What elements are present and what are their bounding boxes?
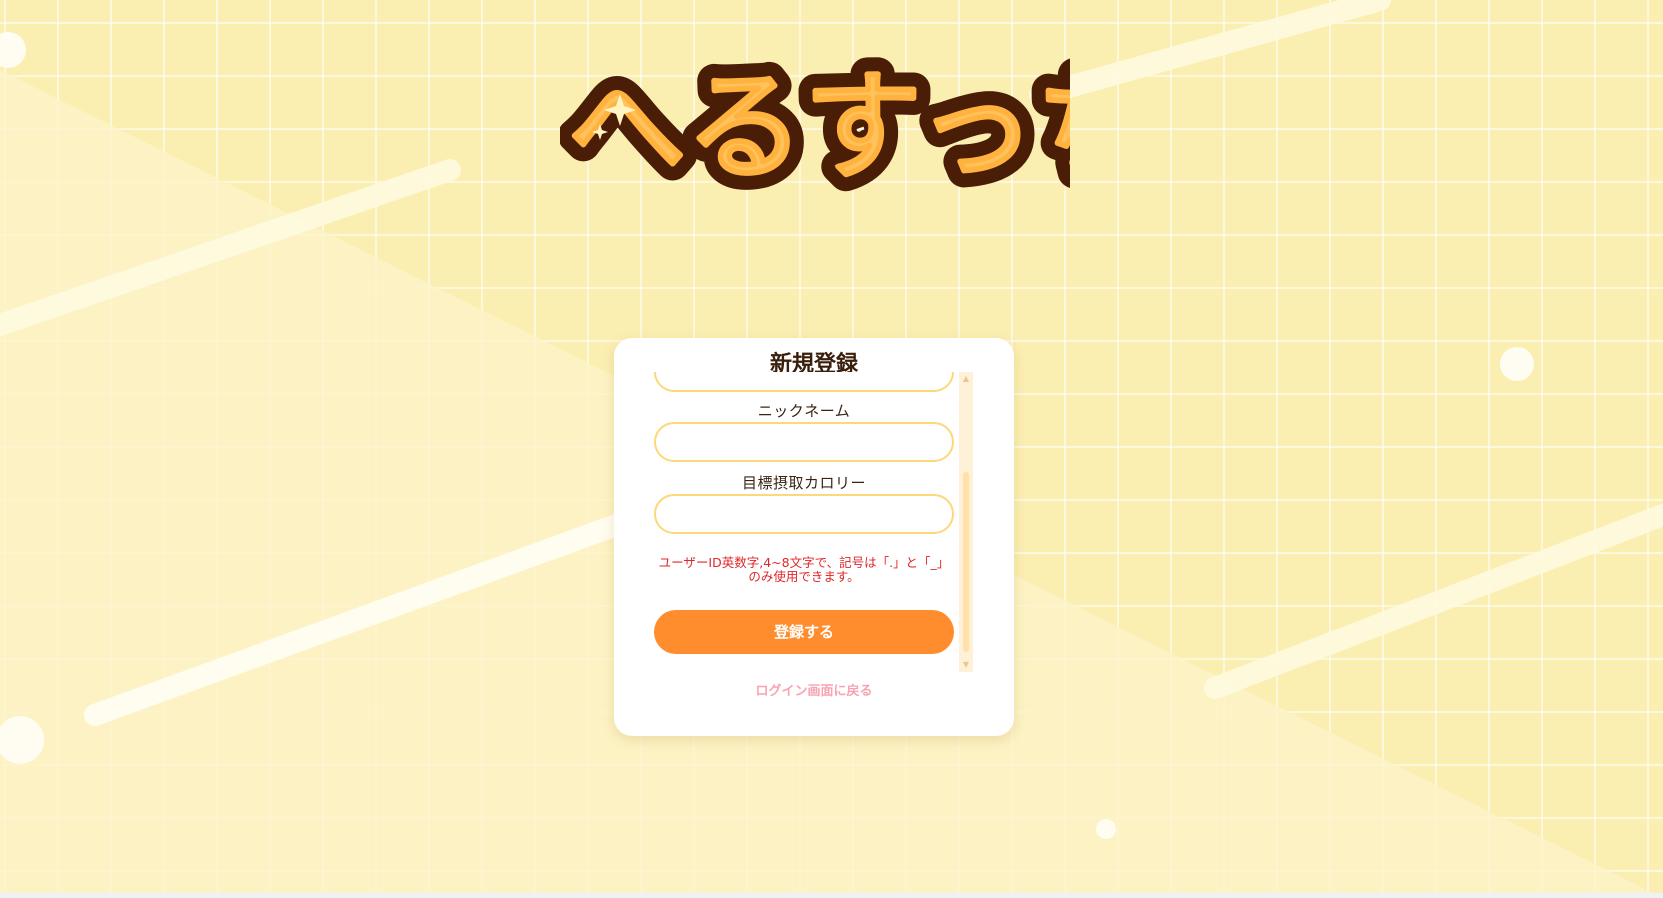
scroll-up-arrow-icon[interactable]: ▲: [961, 374, 971, 384]
nickname-label: ニックネーム: [757, 402, 851, 420]
register-button[interactable]: 登録する: [654, 610, 954, 654]
bottom-bar: [0, 893, 1663, 898]
error-message: ユーザーID英数字,4~8文字で、記号は「.」と「_」のみ使用できます。: [658, 555, 950, 584]
scroll-thumb[interactable]: [963, 472, 969, 652]
previous-field-input[interactable]: [654, 372, 954, 392]
target-calorie-input[interactable]: [654, 494, 954, 534]
nickname-input[interactable]: [654, 422, 954, 462]
register-card: 新規登録 ニックネーム 目標摂取カロリー ユーザーID英数字,4~8文字で、記号…: [614, 338, 1014, 736]
back-to-login-link[interactable]: ログイン画面に戻る: [614, 680, 1014, 699]
scrollbar[interactable]: ▲ ▼: [959, 372, 973, 672]
logo-fill-text: へるすっち: [568, 58, 1070, 196]
form-scroll-area[interactable]: ニックネーム 目標摂取カロリー ユーザーID英数字,4~8文字で、記号は「.」と…: [654, 372, 974, 672]
app-logo: へるすっち へるすっち: [553, 36, 1168, 211]
scroll-down-arrow-icon[interactable]: ▼: [961, 660, 971, 670]
target-calorie-label: 目標摂取カロリー: [741, 474, 866, 492]
